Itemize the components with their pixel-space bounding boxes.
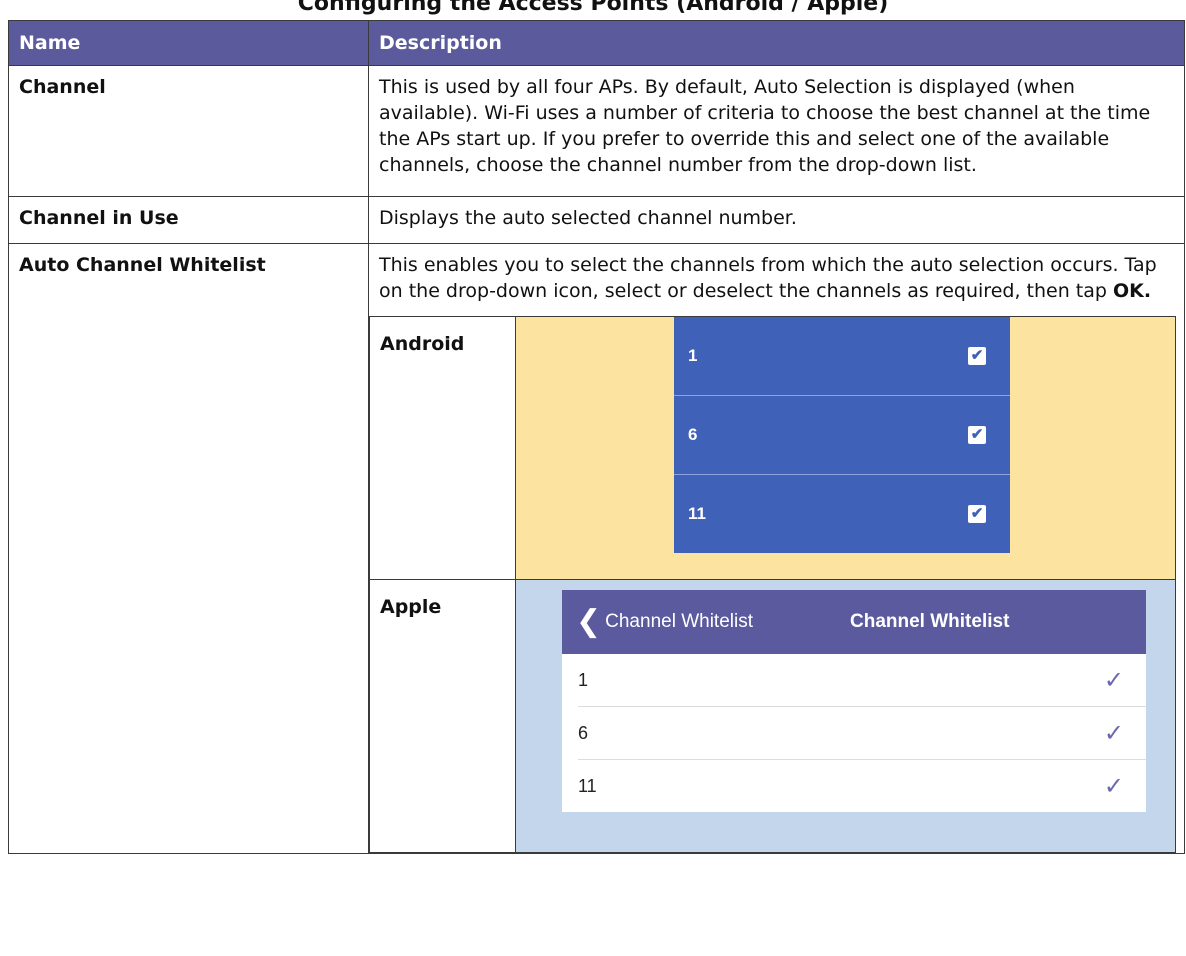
ios-navbar: ❮ Channel Whitelist Channel Whitelist [562, 590, 1146, 654]
table-row: Channel This is used by all four APs. By… [8, 65, 1185, 197]
ios-channel-label: 1 [578, 670, 589, 690]
table-header-row: Name Description [8, 20, 1185, 66]
platform-table: Android 1 ✔ 6 ✔ 11 ✔ Apple ❮ Channel Whi… [369, 316, 1176, 853]
checkmark-icon: ✓ [1103, 772, 1124, 800]
platform-row-android: Android 1 ✔ 6 ✔ 11 ✔ [369, 316, 1176, 580]
row-name-channel: Channel [8, 65, 369, 197]
ios-channel-label: 6 [578, 723, 589, 743]
whitelist-description-text: This enables you to select the channels … [379, 254, 1157, 302]
android-channel-item[interactable]: 6 ✔ [674, 396, 1010, 475]
android-screenshot: 1 ✔ 6 ✔ 11 ✔ [515, 316, 1176, 580]
ok-emphasis: OK. [1112, 280, 1152, 302]
ios-back-label: Channel Whitelist [605, 611, 753, 632]
row-name-auto-channel-whitelist: Auto Channel Whitelist [8, 243, 369, 854]
android-channel-item[interactable]: 11 ✔ [674, 475, 1010, 553]
ios-channel-item[interactable]: 11 ✓ [578, 760, 1146, 812]
table-row: Channel in Use Displays the auto selecte… [8, 196, 1185, 244]
android-channel-label: 6 [688, 425, 698, 444]
table-row: Auto Channel Whitelist This enables you … [8, 243, 1185, 854]
row-description-auto-channel-whitelist: This enables you to select the channels … [368, 243, 1185, 854]
header-name: Name [8, 20, 369, 66]
checkbox-checked-icon[interactable]: ✔ [968, 505, 986, 523]
ios-channel-label: 11 [578, 776, 597, 796]
ios-channel-item[interactable]: 1 ✓ [578, 654, 1146, 707]
checkbox-checked-icon[interactable]: ✔ [968, 426, 986, 444]
ios-channel-whitelist-panel: ❮ Channel Whitelist Channel Whitelist 1 … [562, 590, 1146, 812]
android-channel-item[interactable]: 1 ✔ [674, 317, 1010, 396]
spec-table: Name Description Channel This is used by… [8, 20, 1185, 854]
ios-back-button[interactable]: ❮ Channel Whitelist [562, 607, 753, 637]
checkmark-icon: ✓ [1103, 666, 1124, 694]
android-channel-label: 1 [688, 346, 698, 365]
row-name-channel-in-use: Channel in Use [8, 196, 369, 244]
android-label: Android [369, 316, 516, 580]
whitelist-description: This enables you to select the channels … [369, 252, 1184, 316]
apple-screenshot: ❮ Channel Whitelist Channel Whitelist 1 … [515, 579, 1176, 853]
apple-label: Apple [369, 579, 516, 853]
ios-channel-item[interactable]: 6 ✓ [578, 707, 1146, 760]
row-description-channel-in-use: Displays the auto selected channel numbe… [368, 196, 1185, 244]
header-description: Description [368, 20, 1185, 66]
checkmark-icon: ✓ [1103, 719, 1124, 747]
android-channel-list: 1 ✔ 6 ✔ 11 ✔ [674, 317, 1010, 553]
checkbox-checked-icon[interactable]: ✔ [968, 347, 986, 365]
platform-row-apple: Apple ❮ Channel Whitelist Channel Whitel… [369, 579, 1176, 853]
ios-nav-title: Channel Whitelist [850, 611, 1010, 632]
row-description-channel: This is used by all four APs. By default… [368, 65, 1185, 197]
android-channel-label: 11 [688, 504, 706, 523]
chevron-left-icon: ❮ [576, 604, 602, 639]
